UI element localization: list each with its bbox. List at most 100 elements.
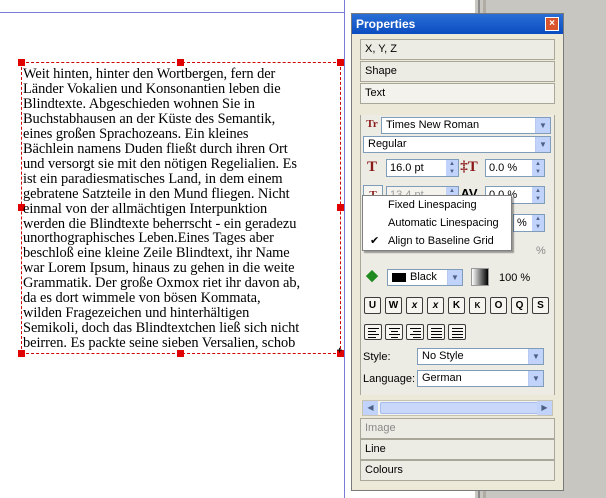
hidden-stepper-2-value: % [536,245,546,257]
text-line: Semikoli, doch das Blindtextchen ließ si… [23,320,300,337]
page-edge-top [0,12,345,13]
scale-height-stepper[interactable]: 0.0 % ▲ ▼ [485,159,545,177]
language-value: German [422,372,462,384]
chevron-down-icon[interactable]: ▼ [447,270,462,285]
shadow-button[interactable]: S [532,297,549,314]
text-line: und versorgt sie mit den nötigen Regelia… [23,155,297,172]
scroll-right-icon[interactable]: ▶ [537,401,552,415]
text-line: gebratene Satzteile in den Mund fliegen.… [23,185,290,202]
checkmark-icon: ✔ [370,235,380,247]
panel-titlebar[interactable]: Properties × [352,14,563,34]
scale-height-icon: ‡T [460,159,478,175]
text-overflow-marker: + [337,345,343,355]
strikethrough-button[interactable]: O [490,297,507,314]
scale-height-value: 0.0 % [489,162,518,174]
chevron-down-icon[interactable]: ▼ [528,349,543,364]
text-line: ist ein paradiesmatisches Land, in dem e… [23,170,283,187]
subscript-button[interactable]: x [406,297,423,314]
spin-down-icon[interactable]: ▼ [532,168,544,176]
text-line: Weit hinten, hinter den Wortbergen, fern… [23,66,276,82]
align-justify-button[interactable] [427,324,445,340]
color-swatch [392,273,406,282]
font-style-select[interactable]: Regular ▼ [363,136,551,153]
text-line: beirren. Es packte seine sieben Versalie… [23,335,296,352]
menu-item-label: Automatic Linespacing [388,217,499,229]
font-style-value: Regular [368,138,407,150]
section-image: Image [360,418,555,439]
linespacing-menu: Fixed Linespacing Automatic Linespacing … [362,195,512,251]
font-type-icon: Tr [366,118,378,130]
menu-item-label: Fixed Linespacing [388,199,477,211]
underline-words-button[interactable]: W [385,297,402,314]
section-shape[interactable]: Shape [360,61,555,82]
text-line: einmal von der allmächtigen Interpunktio… [23,200,268,217]
fill-shade-value: 100 % [499,272,531,284]
section-colours[interactable]: Colours [360,460,555,481]
font-family-value: Times New Roman [386,119,480,131]
outline-button[interactable]: Q [511,297,528,314]
frame-handle-tr[interactable] [337,59,344,66]
align-forced-button[interactable] [448,324,466,340]
style-select[interactable]: No Style ▼ [417,348,544,365]
text-line: Blindtexte. Abgeschieden wohnen Sie in [23,95,255,112]
language-select[interactable]: German ▼ [417,370,544,387]
style-value: No Style [422,350,464,362]
chevron-down-icon[interactable]: ▼ [528,371,543,386]
all-caps-button[interactable]: K [448,297,465,314]
underline-button[interactable]: U [364,297,381,314]
text-line: Buchstabhausen an der Küste des Semantik… [23,110,276,127]
spin-down-icon[interactable]: ▼ [446,168,458,176]
spin-up-icon[interactable]: ▲ [532,215,544,223]
hidden-stepper-1[interactable]: % ▲ ▼ [513,214,545,232]
horizontal-scrollbar[interactable]: ◀ ▶ [362,400,553,416]
scrollbar-thumb[interactable] [380,402,538,414]
text-line: war Lorem Ipsum, hinaus zu gehen in die … [23,260,295,277]
font-size-icon: T [366,159,377,175]
frame-handle-tl[interactable] [18,59,25,66]
text-section-content: Tr Times New Roman ▼ Regular ▼ T 16.0 pt… [360,115,555,395]
text-line: Grammatik. Der große Oxmox riet ihr davo… [23,275,301,292]
hidden-stepper-1-value: % [517,217,527,229]
text-line: eines großen Sprachozeans. Ein kleines [23,125,249,142]
menu-item-automatic-linespacing[interactable]: Automatic Linespacing [363,215,511,232]
text-line: beschloß eine kleine Zeile Blindtext, ih… [23,245,290,262]
spin-up-icon[interactable]: ▲ [532,187,544,195]
section-line[interactable]: Line [360,439,555,460]
scroll-left-icon[interactable]: ◀ [363,401,378,415]
frame-text-content[interactable]: Weit hinten, hinter den Wortbergen, fern… [23,67,341,351]
frame-handle-tm[interactable] [177,59,184,66]
spin-up-icon[interactable]: ▲ [446,187,458,195]
spin-down-icon[interactable]: ▼ [532,223,544,231]
gradient-shade-icon [471,268,489,286]
section-text[interactable]: Text [360,83,555,104]
align-right-button[interactable] [406,324,424,340]
properties-panel: Properties × X, Y, Z Shape Text Tr Times… [351,13,564,491]
text-line: Länder Vokalien und Konsonantien leben d… [23,80,281,97]
panel-title: Properties [356,17,416,31]
section-xyz[interactable]: X, Y, Z [360,39,555,60]
paint-bucket-icon: ◆ [366,268,378,284]
text-line: werden die Blindtexte beherrscht - ein g… [23,215,297,232]
page-edge-right [344,0,345,498]
spin-up-icon[interactable]: ▲ [532,160,544,168]
spin-up-icon[interactable]: ▲ [446,160,458,168]
language-label: Language: [363,373,415,385]
align-center-button[interactable] [385,324,403,340]
fill-color-value: Black [410,271,437,283]
fill-color-select[interactable]: Black ▼ [387,269,463,286]
text-line: unorthographisches Leben.Eines Tages abe… [23,230,274,247]
superscript-button[interactable]: x [427,297,444,314]
font-size-stepper[interactable]: 16.0 pt ▲ ▼ [386,159,459,177]
menu-item-align-baseline-grid[interactable]: ✔ Align to Baseline Grid [363,233,511,250]
align-left-button[interactable] [364,324,382,340]
close-icon[interactable]: × [545,17,559,31]
chevron-down-icon[interactable]: ▼ [535,137,550,152]
chevron-down-icon[interactable]: ▼ [535,118,550,133]
style-label: Style: [363,351,391,363]
font-family-select[interactable]: Times New Roman ▼ [381,117,551,134]
menu-item-fixed-linespacing[interactable]: Fixed Linespacing [363,197,511,214]
spin-down-icon[interactable]: ▼ [532,195,544,203]
text-line: wilden Fragezeichen und hinterhältigen [23,305,250,322]
font-size-value: 16.0 pt [390,162,424,174]
small-caps-button[interactable]: K [469,297,486,314]
